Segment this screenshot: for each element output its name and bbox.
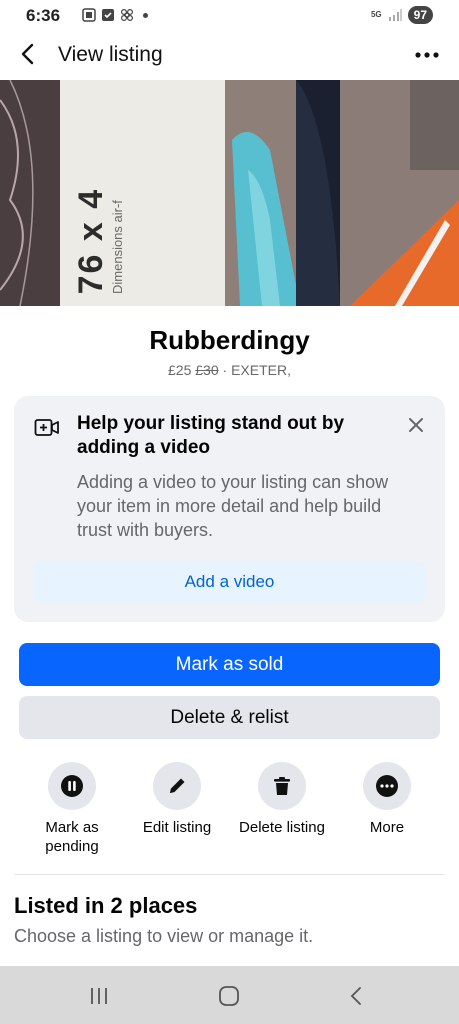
screenshot-icon	[82, 8, 96, 22]
home-icon[interactable]	[216, 983, 242, 1009]
action-label: More	[369, 819, 405, 836]
edit-listing-action[interactable]: Edit listing	[125, 762, 229, 837]
delete-listing-action[interactable]: Delete listing	[230, 762, 334, 837]
pause-icon[interactable]	[48, 762, 96, 810]
video-promo-card: Help your listing stand out by adding a …	[14, 396, 445, 622]
places-title: Listed in 2 places	[14, 893, 198, 918]
pencil-icon[interactable]	[153, 762, 201, 810]
more-action[interactable]: More	[335, 762, 439, 837]
mark-as-sold-button[interactable]: Mark as sold	[19, 643, 440, 686]
status-right: 5G 97	[371, 6, 433, 24]
notification-dot-icon	[143, 12, 148, 18]
promo-title: Help your listing stand out by adding a …	[77, 413, 345, 458]
video-add-icon	[34, 419, 59, 436]
battery-indicator: 97	[407, 6, 433, 24]
delete-relist-button[interactable]: Delete & relist	[19, 696, 440, 739]
add-video-button[interactable]: Add a video	[34, 561, 425, 603]
status-bar: 6:36 5G 97	[0, 0, 459, 32]
trash-icon[interactable]	[258, 762, 306, 810]
old-price: £30	[195, 362, 219, 378]
action-label: Delete listing	[239, 819, 325, 836]
status-time: 6:36	[26, 6, 61, 25]
fan-icon	[120, 8, 134, 22]
status-notification-icons	[82, 8, 148, 22]
promo-body: Adding a video to your listing can show …	[77, 472, 389, 540]
more-dots-icon[interactable]	[363, 762, 411, 810]
check-box-icon	[102, 9, 114, 21]
listing-photo[interactable]: 25 x 76 x 4 Dimensions air-f	[0, 80, 459, 306]
action-label: Mark as pending	[45, 819, 99, 855]
listing-title: Rubberdingy	[149, 325, 310, 355]
close-icon[interactable]	[407, 416, 425, 434]
back-arrow-icon[interactable]	[14, 40, 42, 68]
price-line: £25 £30 · EXETER,	[0, 362, 459, 378]
box-text-small: Dimensions air-f	[110, 200, 125, 294]
action-row: Mark as pending Edit listing Delete list…	[0, 762, 459, 862]
mark-as-pending-action[interactable]: Mark as pending	[20, 762, 124, 856]
top-bar: View listing	[0, 32, 459, 78]
places-subtitle: Choose a listing to view or manage it.	[14, 926, 314, 946]
location: · EXETER,	[218, 362, 291, 378]
page-title: View listing	[58, 43, 163, 66]
system-navigation-bar	[0, 966, 459, 1024]
signal-icon	[388, 9, 402, 21]
action-label: Edit listing	[142, 819, 212, 836]
section-divider	[14, 874, 445, 875]
more-dots-icon[interactable]	[413, 41, 441, 69]
box-text-large: 25 x 76 x 4	[72, 187, 110, 306]
recent-apps-icon[interactable]	[86, 983, 112, 1009]
price: £25	[168, 362, 192, 378]
back-nav-icon[interactable]	[344, 983, 370, 1009]
photo-scene	[0, 80, 459, 306]
network-label: 5G	[370, 10, 382, 19]
